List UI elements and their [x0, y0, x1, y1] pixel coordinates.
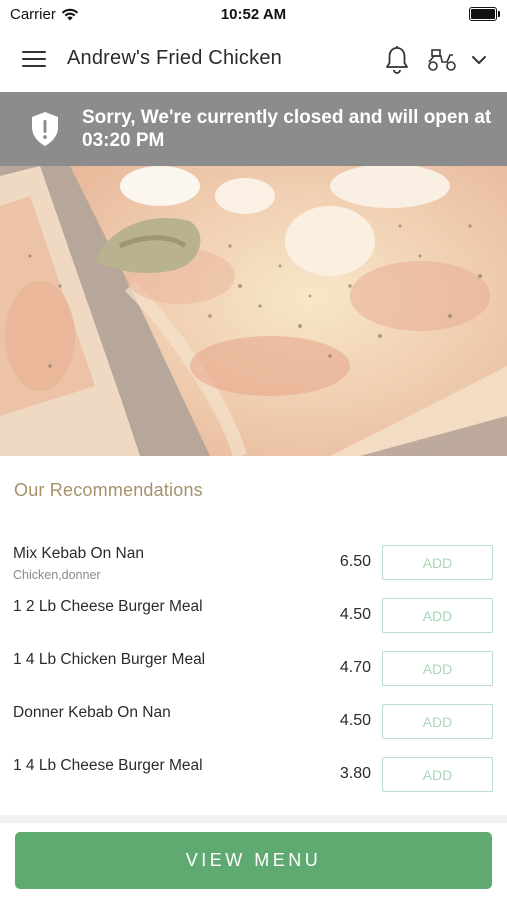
restaurant-title: Andrew's Fried Chicken [67, 47, 282, 69]
item-name: Donner Kebab On Nan [13, 704, 171, 721]
add-button[interactable]: ADD [382, 704, 493, 739]
item-price: 4.70 [339, 659, 371, 676]
list-item: Mix Kebab On Nan Chicken,donner 6.50 ADD [0, 535, 507, 588]
status-bar: Carrier 10:52 AM [0, 0, 507, 28]
battery-icon [469, 7, 500, 21]
item-price: 4.50 [339, 606, 371, 623]
item-subtitle: Chicken,donner [13, 568, 101, 582]
bell-icon[interactable] [384, 45, 410, 75]
view-menu-button[interactable]: VIEW MENU [15, 832, 492, 889]
footer-divider [0, 815, 507, 823]
add-button[interactable]: ADD [382, 545, 493, 580]
shield-alert-icon [32, 112, 58, 146]
item-name: Mix Kebab On Nan [13, 545, 144, 562]
item-name: 1 4 Lb Chicken Burger Meal [13, 651, 206, 668]
item-name: 1 2 Lb Cheese Burger Meal [13, 598, 203, 615]
list-item: 1 2 Lb Cheese Burger Meal 4.50 ADD [0, 588, 507, 641]
pizza-photo [0, 166, 507, 456]
recommendations-title: Our Recommendations [14, 480, 203, 500]
menu-icon[interactable] [22, 51, 46, 69]
list-item: 1 4 Lb Chicken Burger Meal 4.70 ADD [0, 641, 507, 694]
list-item: Donner Kebab On Nan 4.50 ADD [0, 694, 507, 747]
status-time: 10:52 AM [220, 5, 287, 23]
app-screen: Carrier 10:52 AM Andrew's Fried Chicken [0, 0, 507, 900]
item-price: 3.80 [339, 765, 371, 782]
app-header: Andrew's Fried Chicken [0, 28, 507, 92]
closed-banner: Sorry, We're currently closed and will o… [0, 92, 507, 166]
list-item: 1 4 Lb Cheese Burger Meal 3.80 ADD [0, 747, 507, 800]
delivery-scooter-icon[interactable] [426, 47, 458, 73]
item-price: 6.50 [339, 553, 371, 570]
add-button[interactable]: ADD [382, 757, 493, 792]
add-button[interactable]: ADD [382, 651, 493, 686]
item-price: 4.50 [339, 712, 371, 729]
hero-image [0, 166, 507, 456]
closed-message: Sorry, We're currently closed and will o… [82, 107, 492, 151]
chevron-down-icon[interactable] [470, 51, 488, 69]
item-name: 1 4 Lb Cheese Burger Meal [13, 757, 203, 774]
add-button[interactable]: ADD [382, 598, 493, 633]
recommendations-list: Mix Kebab On Nan Chicken,donner 6.50 ADD… [0, 535, 507, 800]
